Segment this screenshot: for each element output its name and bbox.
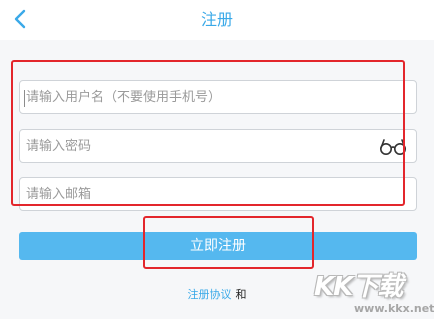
page-title: 注册 — [200, 10, 233, 29]
terms-link[interactable]: 注册协议 — [188, 288, 232, 301]
watermark: KK下载 www.kkx.net — [310, 264, 434, 319]
register-button[interactable]: 立即注册 — [19, 232, 417, 260]
terms-and-text: 和 — [235, 288, 247, 301]
watermark-url: www.kkx.net — [354, 302, 434, 315]
username-input[interactable] — [20, 81, 416, 113]
app-header: 注册 — [0, 0, 434, 40]
email-field[interactable] — [19, 177, 417, 211]
password-input[interactable] — [20, 130, 416, 162]
watermark-logo: KK下载 — [314, 272, 403, 302]
password-field[interactable] — [19, 129, 417, 163]
eye-glasses-icon[interactable] — [378, 138, 408, 156]
username-field[interactable] — [19, 80, 417, 114]
email-input[interactable] — [20, 178, 416, 210]
